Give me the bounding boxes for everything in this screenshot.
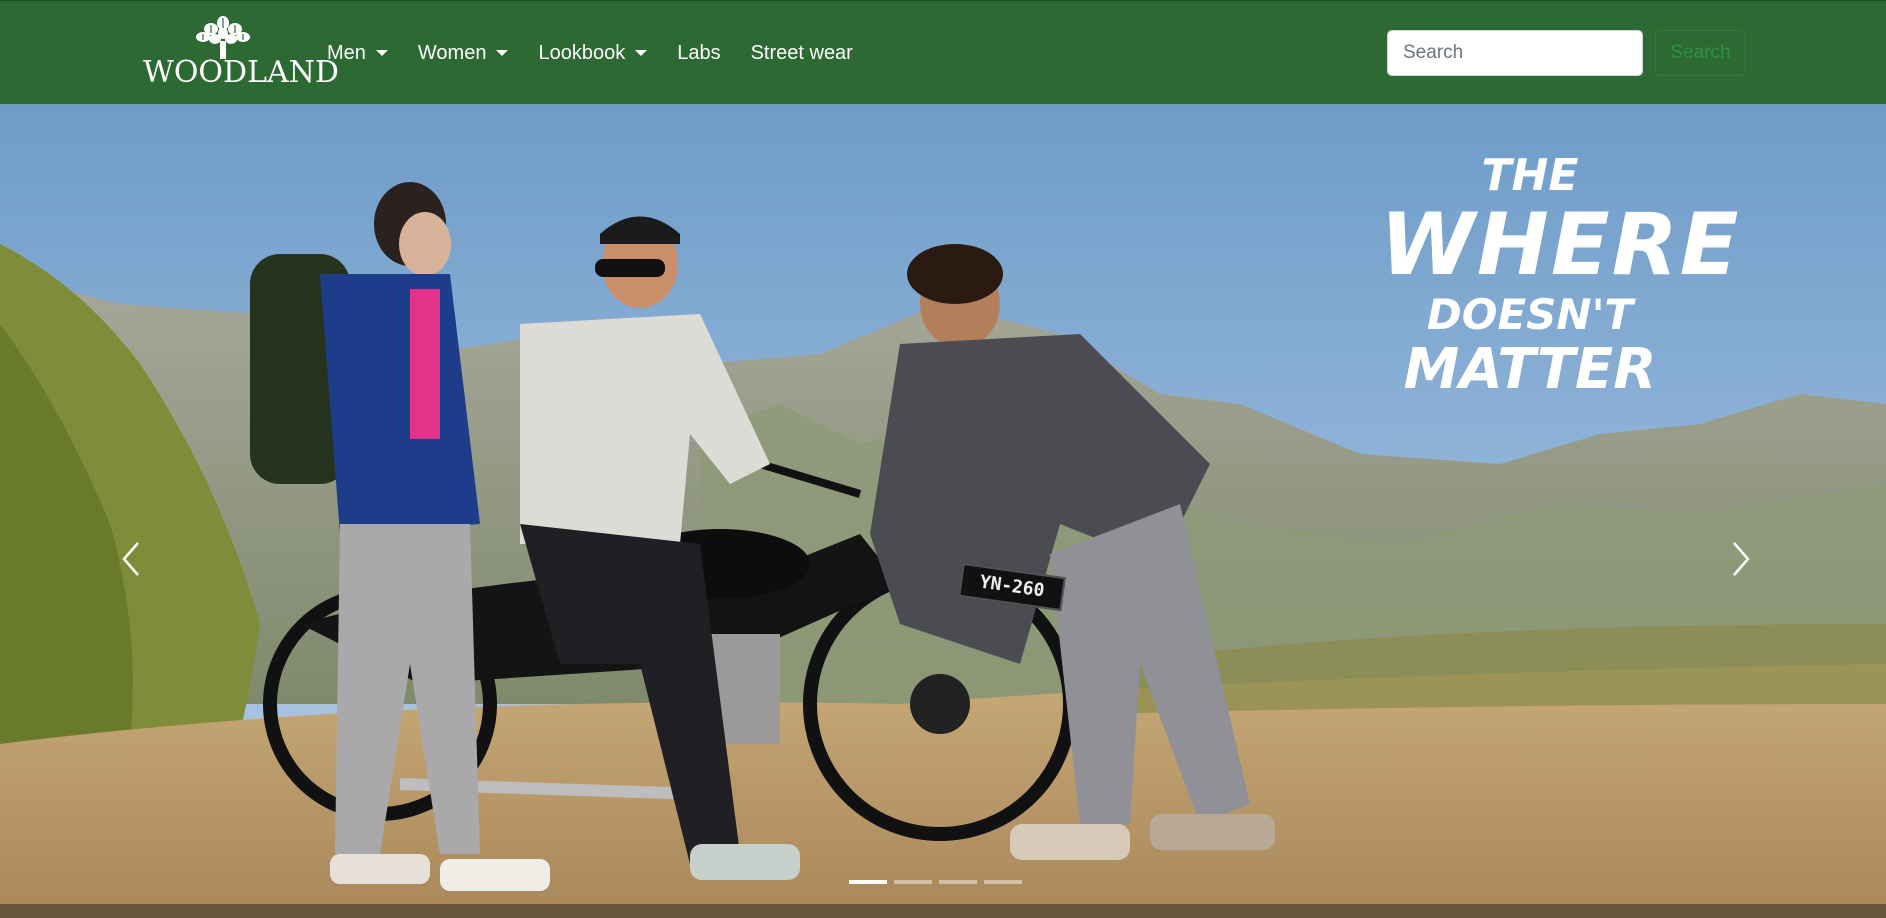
hero-tagline: THE WHERE DOESN'T MATTER <box>1380 150 1741 402</box>
nav-women-label: Women <box>417 41 487 64</box>
tagline-line-3: DOESN'T <box>1426 290 1634 339</box>
carousel-indicator-1[interactable] <box>849 880 887 884</box>
nav-men-label: Men <box>327 41 366 64</box>
chevron-left-icon <box>122 542 139 576</box>
hero-carousel: YN-260 THE WHERE DOESN'T MATTER <box>0 104 1886 918</box>
nav-labs-label: Labs <box>677 41 721 64</box>
tagline-line-4: MATTER <box>1403 337 1657 402</box>
nav-women[interactable]: Women <box>418 42 519 65</box>
carousel-next-button[interactable] <box>1712 504 1772 614</box>
tree-logo-icon <box>196 16 250 59</box>
nav-lookbook-label: Lookbook <box>538 41 626 64</box>
nav-men[interactable]: Men <box>327 42 398 65</box>
caret-down-icon <box>496 50 509 56</box>
carousel-indicator-4[interactable] <box>984 880 1022 884</box>
tagline-line-2: WHERE <box>1380 195 1741 295</box>
search-button[interactable]: Search <box>1655 30 1746 76</box>
search-input[interactable] <box>1387 30 1643 76</box>
caret-down-icon <box>375 50 388 56</box>
main-nav: Men Women Lookbook Labs Street wear <box>327 1 883 105</box>
nav-lookbook[interactable]: Lookbook <box>538 42 657 65</box>
carousel-indicators <box>849 880 1022 884</box>
chevron-right-icon <box>1733 542 1750 576</box>
tagline-line-1: THE <box>1481 150 1579 201</box>
nav-street-wear[interactable]: Street wear <box>751 42 863 65</box>
woodland-logo[interactable]: WOODLAND <box>143 15 339 93</box>
nav-street-wear-label: Street wear <box>750 41 853 64</box>
carousel-prev-button[interactable] <box>100 504 160 614</box>
carousel-indicator-2[interactable] <box>894 880 932 884</box>
carousel-indicator-3[interactable] <box>939 880 977 884</box>
nav-labs[interactable]: Labs <box>677 42 730 65</box>
caret-down-icon <box>635 50 648 56</box>
logo-wordmark: WOODLAND <box>143 55 339 90</box>
navbar: WOODLAND Men Women Lookbook Labs Street … <box>0 0 1886 104</box>
